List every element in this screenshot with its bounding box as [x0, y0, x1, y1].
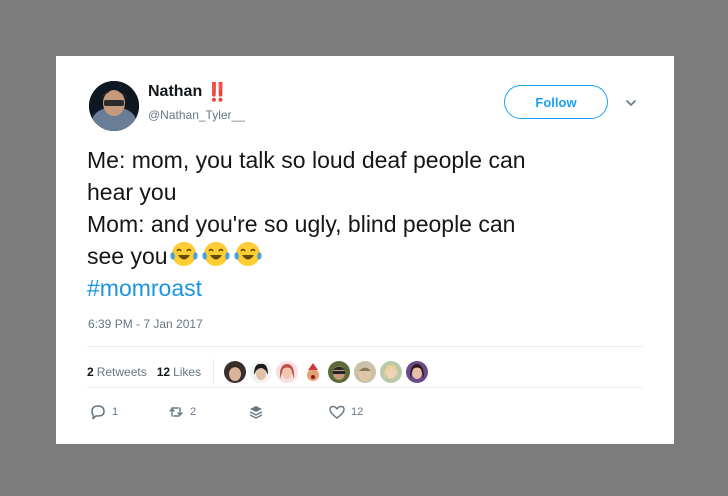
liker-avatar[interactable]: [250, 361, 273, 383]
tears-of-joy-emoji-icon: [201, 242, 230, 266]
tweet-text: Me: mom, you talk so loud deaf people ca…: [87, 144, 647, 304]
caret-down-icon[interactable]: [624, 96, 638, 110]
liker-avatar[interactable]: [302, 361, 325, 383]
emoji-group: [169, 240, 262, 268]
liker-avatar[interactable]: [354, 361, 377, 383]
divider: [87, 387, 643, 388]
reply-action[interactable]: 1: [90, 404, 118, 420]
tweet-actions: 1 2 12: [56, 404, 674, 424]
like-action[interactable]: 12: [329, 404, 363, 420]
tweet-line-3: Mom: and you're so ugly, blind people ca…: [87, 211, 516, 237]
stats-separator: [213, 359, 215, 385]
liker-avatar[interactable]: [406, 361, 429, 383]
follow-button[interactable]: Follow: [504, 85, 608, 119]
reply-icon: [91, 405, 105, 420]
tweet-stats: 2 Retweets 12 Likes: [87, 359, 429, 385]
name-emoji: ‼️: [206, 82, 228, 102]
retweet-icon: [169, 407, 183, 417]
likes-stat[interactable]: 12 Likes: [157, 365, 201, 379]
tweet-line-4: see you: [87, 240, 647, 272]
liker-avatar[interactable]: [380, 361, 403, 383]
liker-avatar[interactable]: [224, 361, 247, 383]
author-name-row: Nathan ‼️: [148, 82, 229, 102]
retweet-action[interactable]: 2: [168, 404, 196, 420]
tweet-card: Nathan ‼️ @Nathan_Tyler__ Follow Me: mom…: [56, 56, 674, 444]
dm-action[interactable]: [248, 404, 264, 420]
liker-avatar[interactable]: [276, 361, 299, 383]
liker-avatar[interactable]: [328, 361, 351, 383]
likes-count: 12: [156, 365, 171, 379]
tweet-timestamp[interactable]: 6:39 PM - 7 Jan 2017: [88, 317, 203, 331]
like-count: 12: [351, 406, 364, 418]
avatar[interactable]: [89, 81, 139, 131]
tweet-line-4-text: see you: [87, 243, 168, 269]
divider: [87, 346, 643, 347]
heart-icon: [329, 405, 345, 419]
user-handle[interactable]: @Nathan_Tyler__: [148, 108, 245, 122]
tears-of-joy-emoji-icon: [233, 242, 262, 266]
dm-icon: [249, 406, 263, 419]
likes-label: Likes: [173, 365, 202, 379]
tweet-line-2: hear you: [87, 179, 177, 205]
liker-avatars: [224, 361, 429, 383]
display-name[interactable]: Nathan: [148, 83, 202, 101]
retweet-count: 2: [190, 406, 197, 418]
reply-count: 1: [112, 406, 119, 418]
retweets-stat[interactable]: 2 Retweets: [87, 365, 147, 379]
tweet-line-1: Me: mom, you talk so loud deaf people ca…: [87, 147, 526, 173]
hashtag-link[interactable]: #momroast: [87, 272, 647, 304]
retweets-label: Retweets: [96, 365, 147, 379]
tears-of-joy-emoji-icon: [169, 242, 198, 266]
retweets-count: 2: [87, 365, 94, 379]
